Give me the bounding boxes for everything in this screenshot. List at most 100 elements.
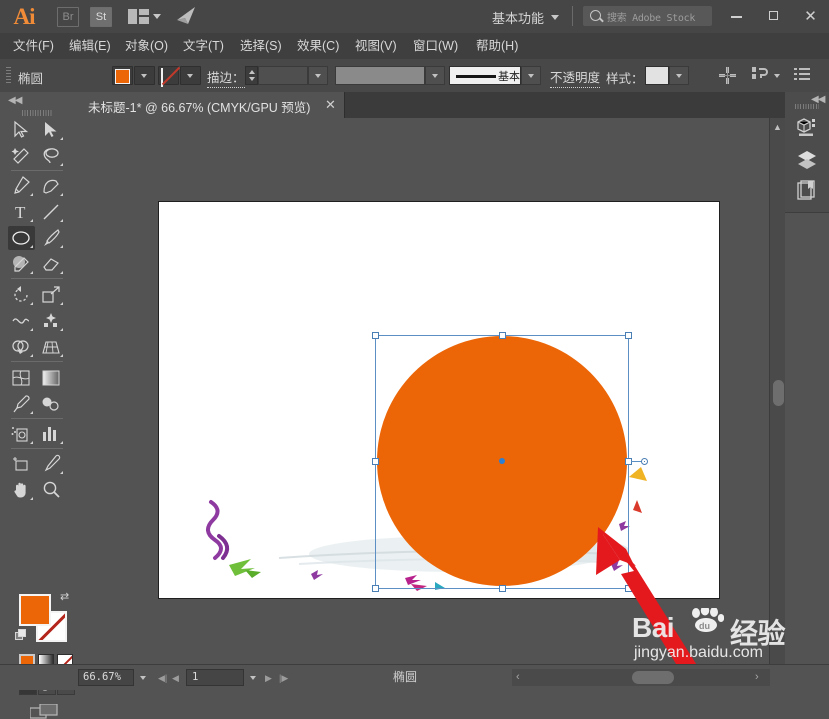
column-graph-tool[interactable] [38,422,65,446]
close-icon[interactable]: ✕ [325,96,336,113]
artboard-chevron-down-icon[interactable] [250,676,256,680]
arrange-documents-icon[interactable] [128,9,149,24]
collapse-panel-icon[interactable]: ◀◀ [8,95,22,106]
fill-color-swatch[interactable] [112,66,133,85]
canvas-horizontal-scrollbar[interactable]: ‹ › [512,669,770,686]
paper-plane-icon[interactable] [175,6,197,26]
selection-handle-top-left[interactable] [372,332,379,339]
stroke-weight-stepper[interactable] [245,66,258,85]
menu-window[interactable]: 窗口(W) [410,33,461,59]
fill-color-indicator[interactable] [19,594,51,626]
last-page-icon[interactable]: |▶ [279,673,288,684]
tools-panel-grip[interactable] [22,110,52,116]
bridge-icon[interactable]: Br [57,7,79,27]
selection-handle-top-right[interactable] [625,332,632,339]
ellipse-tool[interactable] [8,226,35,250]
shape-builder-tool[interactable] [8,335,35,359]
maximize-button[interactable] [755,0,792,33]
symbol-sprayer-tool[interactable] [8,422,35,446]
opacity-label[interactable]: 不透明度 [550,67,601,88]
close-button[interactable]: ✕ [792,0,829,33]
scale-tool[interactable] [38,283,65,307]
magic-wand-tool[interactable] [8,144,35,168]
libraries-panel-icon[interactable] [796,180,818,202]
zoom-chevron-down-icon[interactable] [140,676,146,680]
status-current-tool[interactable]: 椭圆 [315,669,495,686]
properties-panel-icon[interactable] [796,116,818,138]
selection-handle-bottom-right[interactable] [625,585,632,592]
artboard[interactable] [158,201,720,599]
graphic-style-dropdown[interactable] [669,66,689,85]
default-fill-stroke-icon[interactable] [15,629,27,641]
variable-width-profile-input[interactable] [335,66,425,85]
live-shape-widget[interactable] [641,458,648,465]
document-tab[interactable]: 未标题-1* @ 66.67% (CMYK/GPU 预览) ✕ [75,92,345,118]
vertical-scroll-thumb[interactable] [773,380,784,406]
menu-type[interactable]: 文字(T) [180,33,227,59]
fill-swatch-dropdown[interactable] [134,66,155,85]
canvas-area[interactable] [75,118,769,664]
menu-view[interactable]: 视图(V) [352,33,400,59]
stock-search-input[interactable]: 搜索 Adobe Stock [583,6,712,26]
transform-icon[interactable] [752,67,769,84]
lasso-tool[interactable] [38,144,65,168]
artboard-tool[interactable] [8,452,35,476]
control-bar-grip[interactable] [6,67,11,84]
scroll-up-icon[interactable]: ▲ [773,122,782,132]
right-dock-grip[interactable] [795,104,819,109]
first-page-icon[interactable]: ◀| [158,673,167,684]
selection-handle-middle-left[interactable] [372,458,379,465]
gradient-tool[interactable] [38,366,65,390]
prev-page-icon[interactable]: ◀ [172,673,179,684]
next-page-icon[interactable]: ▶ [265,673,272,684]
zoom-level-input[interactable]: 66.67% [78,669,134,686]
slice-tool[interactable] [38,452,65,476]
artboard-number-input[interactable]: 1 [186,669,244,686]
brush-definition-box[interactable]: 基本 [449,66,521,85]
selection-handle-bottom-center[interactable] [499,585,506,592]
menu-file[interactable]: 文件(F) [10,33,57,59]
menu-edit[interactable]: 编辑(E) [66,33,114,59]
stroke-weight-dropdown[interactable] [308,66,328,85]
graphic-style-swatch[interactable] [645,66,669,85]
workspace-chevron-down-icon[interactable] [551,15,559,20]
swap-fill-stroke-icon[interactable]: ⇄ [60,590,69,603]
menu-object[interactable]: 对象(O) [122,33,171,59]
arrange-chevron-down-icon[interactable] [153,14,161,19]
pen-tool[interactable] [8,174,35,198]
horizontal-scroll-thumb[interactable] [632,671,674,684]
eyedropper-tool[interactable] [8,392,35,416]
selection-handle-bottom-left[interactable] [372,585,379,592]
stroke-swatch-dropdown[interactable] [180,66,201,85]
stroke-color-swatch[interactable] [158,66,179,87]
direct-selection-tool[interactable] [38,118,65,142]
list-options-icon[interactable] [794,67,810,83]
menu-select[interactable]: 选择(S) [237,33,285,59]
transform-chevron-down-icon[interactable] [774,74,780,78]
selection-tool[interactable] [8,118,35,142]
scroll-right-icon[interactable]: › [755,671,759,684]
scroll-left-icon[interactable]: ‹ [516,671,520,684]
layers-panel-icon[interactable] [796,148,818,170]
mesh-tool[interactable] [8,366,35,390]
blend-tool[interactable] [38,392,65,416]
menu-effect[interactable]: 效果(C) [294,33,342,59]
line-segment-tool[interactable] [38,200,65,224]
minimize-button[interactable] [718,0,755,33]
brush-definition-dropdown[interactable] [521,66,541,85]
rotate-tool[interactable] [8,283,35,307]
change-screen-mode-button[interactable] [30,704,58,719]
zoom-tool[interactable] [38,478,65,502]
curvature-tool[interactable] [38,174,65,198]
stroke-weight-input[interactable] [258,66,308,85]
shaper-tool[interactable] [8,252,35,276]
perspective-grid-tool[interactable] [38,335,65,359]
eraser-tool[interactable] [38,252,65,276]
workspace-switcher-label[interactable]: 基本功能 [492,8,544,27]
paintbrush-tool[interactable] [38,226,65,250]
selection-handle-top-center[interactable] [499,332,506,339]
variable-width-dropdown[interactable] [425,66,445,85]
menu-help[interactable]: 帮助(H) [473,33,521,59]
stroke-weight-label[interactable]: 描边： [207,67,245,88]
stock-icon[interactable]: St [90,7,112,27]
